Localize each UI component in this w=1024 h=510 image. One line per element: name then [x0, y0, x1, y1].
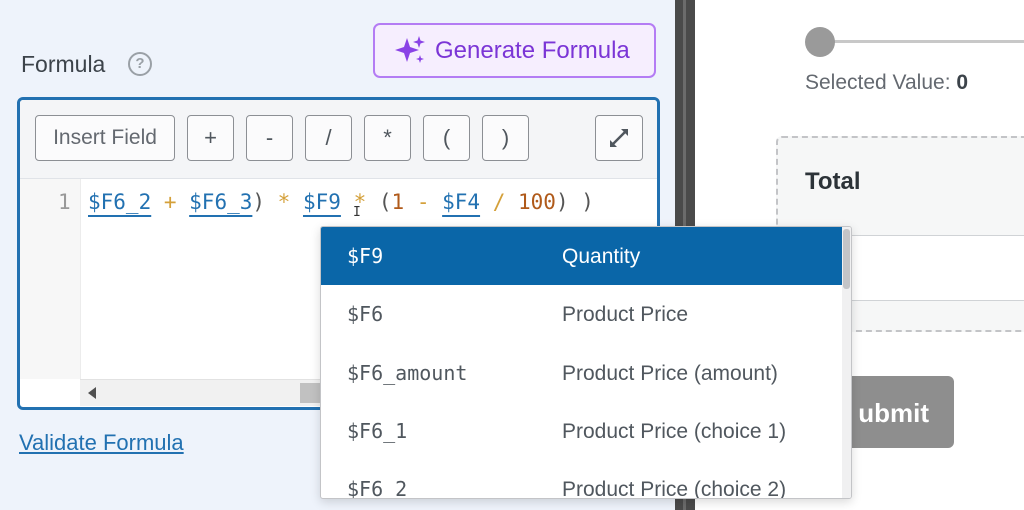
- operator-token: *: [277, 190, 291, 214]
- dropdown-item-name: Product Price (choice 1): [562, 420, 787, 443]
- minus-button[interactable]: -: [246, 115, 293, 161]
- validate-formula-link[interactable]: Validate Formula: [19, 430, 184, 456]
- field-autocomplete-dropdown[interactable]: $F9 Quantity $F6 Product Price $F6_amoun…: [320, 226, 852, 499]
- text-cursor-icon: I: [353, 205, 361, 220]
- dropdown-item[interactable]: $F6_amount Product Price (amount): [321, 344, 843, 402]
- plus-button[interactable]: +: [187, 115, 234, 161]
- expand-arrows-icon: [610, 129, 628, 147]
- paren-token: ) ): [555, 190, 594, 214]
- multiply-button[interactable]: *: [364, 115, 411, 161]
- field-token: $F4: [442, 190, 481, 214]
- dropdown-item-code: $F9: [347, 244, 384, 268]
- number-token: 100: [518, 190, 556, 214]
- formula-code-line[interactable]: $F6_2 + $F6_3) * $F9 * (1 - $F4 / 100) ): [88, 190, 594, 214]
- dropdown-item-code: $F6_1: [347, 419, 408, 443]
- field-token: $F6_2: [88, 190, 152, 214]
- dropdown-item[interactable]: $F9 Quantity: [321, 227, 843, 285]
- question-circle-icon[interactable]: ?: [128, 52, 152, 76]
- dropdown-item-code: $F6: [347, 302, 384, 326]
- expand-editor-button[interactable]: [595, 115, 643, 161]
- formula-label: Formula: [21, 51, 106, 77]
- scroll-left-arrow-icon[interactable]: [88, 387, 96, 399]
- generate-formula-label: Generate Formula: [435, 36, 630, 64]
- formula-toolbar: Insert Field + - / * ( ): [20, 100, 657, 179]
- dropdown-item-name: Product Price: [562, 303, 689, 326]
- divide-button[interactable]: /: [305, 115, 352, 161]
- operator-token: +: [151, 190, 190, 214]
- insert-field-button[interactable]: Insert Field: [35, 115, 175, 161]
- field-token: $F9: [302, 190, 341, 214]
- operator-token: /: [480, 190, 518, 214]
- generate-formula-button[interactable]: Generate Formula: [373, 23, 656, 78]
- dropdown-item-code: $F6_amount: [347, 361, 468, 385]
- sparkle-icon: [395, 35, 425, 63]
- selected-value-text: Selected Value: 0: [805, 71, 968, 95]
- dropdown-scrollbar-thumb[interactable]: [843, 229, 850, 289]
- operator-token: -: [404, 190, 443, 214]
- slider-track[interactable]: [820, 40, 1024, 43]
- dropdown-item-name: Quantity: [562, 245, 641, 268]
- dropdown-item-name: Product Price (amount): [562, 362, 778, 385]
- line-number: 1: [58, 190, 71, 214]
- paren-token: ): [252, 190, 278, 214]
- close-paren-button[interactable]: ): [482, 115, 529, 161]
- line-gutter: [20, 179, 81, 379]
- dropdown-item[interactable]: $F6 Product Price: [321, 285, 843, 343]
- total-label: Total: [805, 168, 861, 195]
- open-paren-button[interactable]: (: [423, 115, 470, 161]
- dropdown-item-code: $F6_2: [347, 477, 408, 499]
- selected-value-label: Selected Value:: [805, 71, 951, 94]
- dropdown-item[interactable]: $F6_2 Product Price (choice 2): [321, 460, 843, 499]
- slider-handle[interactable]: [805, 27, 835, 57]
- field-token: $F6_3: [189, 190, 253, 214]
- number-token: 1: [391, 190, 405, 214]
- paren-token: (: [366, 190, 392, 214]
- dropdown-item[interactable]: $F6_1 Product Price (choice 1): [321, 402, 843, 460]
- submit-label: ubmit: [858, 398, 929, 428]
- dropdown-item-name: Product Price (choice 2): [562, 478, 787, 499]
- selected-value-number: 0: [956, 71, 969, 94]
